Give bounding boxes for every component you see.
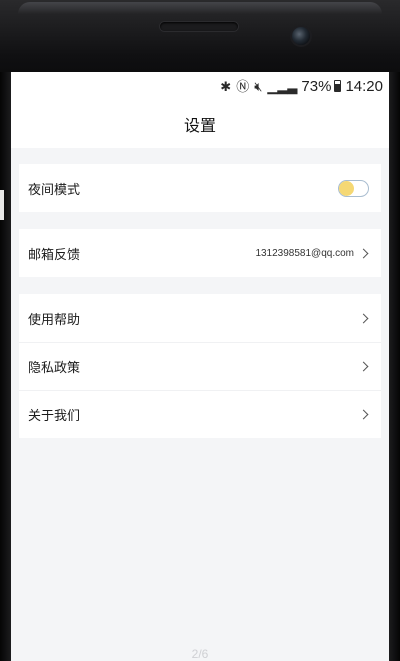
toggle-knob — [339, 180, 354, 196]
page-indicator: 2/6 — [191, 647, 209, 661]
app-screen: ✱ Ⓝ 🔇︎ ▁▂▃ 73% 14:20 设置 夜间模式 邮箱反馈 131239… — [11, 72, 389, 661]
feedback-email: 1312398581@qq.com — [255, 247, 354, 259]
night-mode-card: 夜间模式 — [19, 164, 381, 212]
help-row[interactable]: 使用帮助 — [19, 294, 381, 342]
chevron-right-icon — [358, 361, 369, 372]
night-mode-row: 夜间模式 — [19, 164, 381, 212]
help-label: 使用帮助 — [28, 312, 81, 328]
earpiece-speaker — [160, 22, 238, 31]
feedback-card: 邮箱反馈 1312398581@qq.com — [19, 229, 381, 277]
left-edge — [0, 72, 11, 661]
bezel-highlight — [18, 2, 382, 14]
chevron-right-icon — [358, 313, 369, 323]
chevron-right-icon — [358, 409, 369, 420]
signal-icon: ▁▂▃ — [267, 78, 298, 94]
about-label: 关于我们 — [28, 409, 81, 424]
privacy-label: 隐私政策 — [28, 361, 81, 376]
about-row[interactable]: 关于我们 — [19, 390, 381, 438]
status-time: 14:20 — [345, 77, 383, 95]
feedback-label: 邮箱反馈 — [28, 247, 81, 263]
status-bar: ✱ Ⓝ 🔇︎ ▁▂▃ 73% 14:20 — [11, 72, 389, 100]
nfc-icon: Ⓝ — [236, 78, 250, 94]
bluetooth-icon: ✱ — [220, 78, 232, 94]
info-card: 使用帮助 隐私政策 关于我们 — [19, 294, 381, 438]
phone-top-bezel — [0, 0, 400, 80]
chevron-right-icon — [358, 248, 369, 258]
mute-icon: 🔇︎ — [254, 78, 263, 94]
feedback-row[interactable]: 邮箱反馈 1312398581@qq.com — [19, 229, 381, 277]
side-button — [0, 190, 4, 220]
phone-device: ✱ Ⓝ 🔇︎ ▁▂▃ 73% 14:20 设置 夜间模式 邮箱反馈 131239… — [0, 0, 400, 661]
front-camera — [292, 27, 310, 45]
night-mode-toggle[interactable] — [338, 179, 369, 197]
night-mode-label: 夜间模式 — [28, 182, 81, 198]
privacy-row[interactable]: 隐私政策 — [19, 342, 381, 390]
battery-percent: 73% — [301, 77, 332, 95]
battery-icon — [334, 80, 342, 92]
page-title: 设置 — [11, 100, 389, 148]
right-edge — [389, 72, 400, 661]
